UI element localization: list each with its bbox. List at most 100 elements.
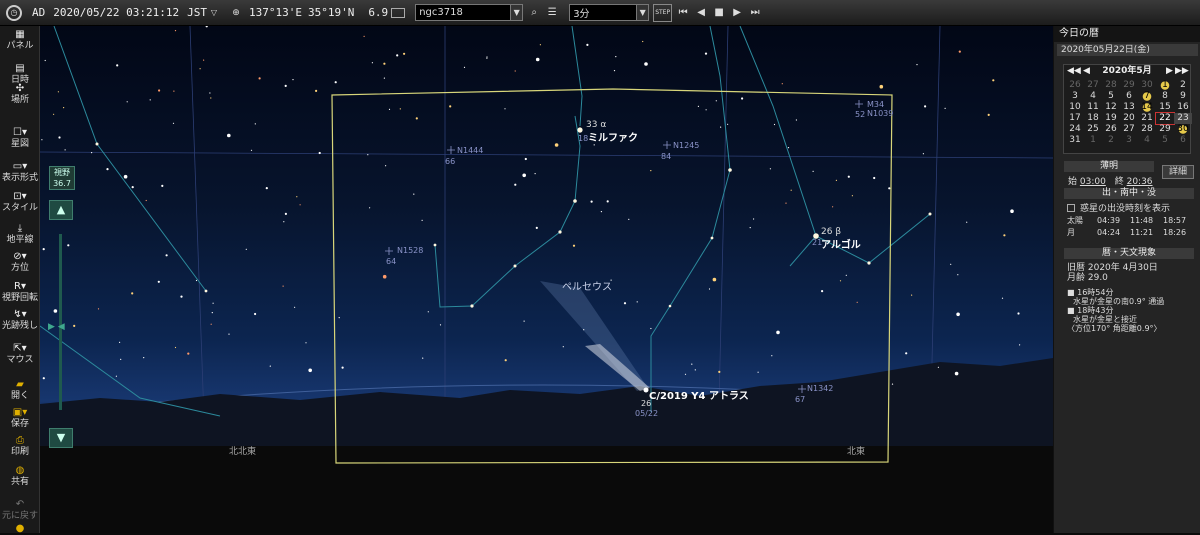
label-n1444[interactable]: N1444 bbox=[457, 146, 483, 155]
label-m34[interactable]: M34 bbox=[867, 100, 884, 109]
sidebar-item-location[interactable]: ✣ 場所 bbox=[0, 84, 40, 106]
sidebar-item-save[interactable]: ▣▾ 保存 bbox=[0, 408, 40, 430]
calendar-day[interactable]: 26 bbox=[1066, 80, 1084, 91]
sidebar-item-datetime[interactable]: ▤ 日時 bbox=[0, 64, 40, 86]
chevron-down-icon[interactable]: ▼ bbox=[636, 5, 649, 20]
sidebar-item-rotation[interactable]: R▾ 視野回転 bbox=[0, 282, 40, 304]
calendar-day[interactable]: 25 bbox=[1084, 124, 1102, 135]
calendar-day[interactable]: 5 bbox=[1156, 135, 1174, 146]
calendar-day[interactable]: 18 bbox=[1084, 113, 1102, 124]
calendar-day[interactable]: 15 bbox=[1156, 102, 1174, 113]
sidebar-item-panel[interactable]: ▦ パネル bbox=[0, 30, 40, 52]
sidebar-item-trails[interactable]: ↯▾ 光跡残し bbox=[0, 310, 40, 332]
calendar-day[interactable]: 29 bbox=[1120, 80, 1138, 91]
calendar-day[interactable]: 4 bbox=[1138, 135, 1156, 146]
calendar-day[interactable]: 1 bbox=[1084, 135, 1102, 146]
calendar-day[interactable]: 2 bbox=[1174, 80, 1192, 91]
algol-label[interactable]: アルゴル bbox=[821, 236, 861, 251]
calendar-day[interactable]: 3 bbox=[1066, 91, 1084, 102]
longitude-display[interactable]: 137°13'E bbox=[249, 6, 302, 19]
detail-button[interactable]: 詳細 bbox=[1162, 165, 1194, 179]
sidebar-item-print[interactable]: ⎙ 印刷 bbox=[0, 436, 40, 458]
clock-icon[interactable]: ◷ bbox=[6, 4, 22, 21]
calendar-day[interactable]: 30 bbox=[1138, 80, 1156, 91]
zoom-slider-handle[interactable]: ▶ ◀ bbox=[48, 322, 74, 332]
sidebar-item-style[interactable]: ⊡▾ スタイル bbox=[0, 192, 40, 214]
calendar-day[interactable]: 22 bbox=[1155, 112, 1175, 125]
sidebar-item-open[interactable]: ▰ 開く bbox=[0, 380, 40, 402]
constellation-name-perseus[interactable]: ペルセウス bbox=[562, 278, 612, 293]
calendar-day[interactable]: 24 bbox=[1066, 124, 1084, 135]
calendar-day[interactable]: 27 bbox=[1084, 80, 1102, 91]
next-year-icon[interactable]: ▶▶ bbox=[1175, 65, 1189, 78]
calendar-day[interactable]: 3 bbox=[1120, 135, 1138, 146]
datetime-display[interactable]: 2020/05/22 03:21:12 bbox=[53, 6, 179, 19]
sidebar-item-share[interactable]: ◍ 共有 bbox=[0, 466, 40, 488]
chevron-down-icon[interactable]: ▼ bbox=[510, 5, 523, 20]
calendar-day[interactable]: 17 bbox=[1066, 113, 1084, 124]
calendar-day[interactable]: 8 bbox=[1156, 91, 1174, 102]
calendar-day[interactable]: 28 bbox=[1138, 124, 1156, 135]
search-icon[interactable]: ⌕ bbox=[527, 4, 541, 22]
calendar-day[interactable]: 23 bbox=[1174, 113, 1192, 124]
skip-back-icon[interactable]: ⏮ bbox=[676, 4, 690, 22]
label-n1342[interactable]: N1342 bbox=[807, 384, 833, 393]
calendar-day[interactable]: 9 bbox=[1174, 91, 1192, 102]
stop-icon[interactable]: ■ bbox=[712, 4, 726, 22]
label-n1039[interactable]: N1039 bbox=[867, 109, 893, 118]
sidebar-item-mouse[interactable]: ⇱▾ マウス bbox=[0, 344, 40, 366]
comet-label[interactable]: C/2019 Y4 アトラス bbox=[649, 387, 749, 402]
calendar-day[interactable]: 14 bbox=[1138, 102, 1156, 113]
calendar-day[interactable]: 20 bbox=[1120, 113, 1138, 124]
interval-select[interactable]: 3分 ▼ bbox=[569, 4, 650, 21]
step-back-icon[interactable]: ◀ bbox=[694, 4, 708, 22]
skip-forward-icon[interactable]: ⏭ bbox=[748, 4, 762, 22]
calendar-day[interactable]: 19 bbox=[1102, 113, 1120, 124]
label-n1528[interactable]: N1528 bbox=[397, 246, 423, 255]
list-icon[interactable]: ☰ bbox=[545, 4, 559, 22]
calendar-day[interactable]: 21 bbox=[1138, 113, 1156, 124]
calendar-day[interactable]: 4 bbox=[1084, 91, 1102, 102]
zoom-in-button[interactable]: ▲ bbox=[49, 200, 73, 220]
search-input[interactable]: ngc3718 ▼ bbox=[415, 4, 524, 21]
calendar-day[interactable]: 12 bbox=[1102, 102, 1120, 113]
sky-view[interactable]: 33 α ミルファク 18 26 β アルゴル 21 ペルセウス C/2019 … bbox=[40, 26, 1053, 533]
dropdown-icon[interactable]: ▽ bbox=[207, 4, 221, 22]
star bbox=[524, 157, 527, 161]
step-button[interactable]: STEP bbox=[653, 3, 673, 22]
calendar-day[interactable]: 6 bbox=[1174, 135, 1192, 146]
sidebar-item-undo[interactable]: ↶ 元に戻す bbox=[0, 500, 40, 522]
checkbox[interactable] bbox=[1067, 203, 1075, 212]
calendar-day[interactable]: 27 bbox=[1120, 124, 1138, 135]
latitude-display[interactable]: 35°19'N bbox=[308, 6, 354, 19]
planet-checkbox[interactable]: 惑星の出没時刻を表示 bbox=[1067, 201, 1170, 214]
next-month-icon[interactable]: ▶ bbox=[1166, 65, 1173, 78]
mirfak-label[interactable]: ミルファク bbox=[588, 129, 638, 144]
calendar-day[interactable]: 5 bbox=[1102, 91, 1120, 102]
calendar-day[interactable]: 1 bbox=[1156, 80, 1174, 91]
sidebar-item-starmap[interactable]: ☐▾ 星図 bbox=[0, 128, 40, 150]
sidebar-item-direction[interactable]: ⊘▾ 方位 bbox=[0, 252, 40, 274]
calendar-day[interactable]: 7 bbox=[1138, 91, 1156, 102]
calendar-day[interactable]: 10 bbox=[1066, 102, 1084, 113]
sidebar-item-display[interactable]: ▭▾ 表示形式 bbox=[0, 162, 40, 184]
calendar-day[interactable]: 6 bbox=[1120, 91, 1138, 102]
calendar-day[interactable]: 13 bbox=[1120, 102, 1138, 113]
calendar-day[interactable]: 11 bbox=[1084, 102, 1102, 113]
play-icon[interactable]: ▶ bbox=[730, 4, 744, 22]
calendar-day[interactable]: 26 bbox=[1102, 124, 1120, 135]
redo-icon[interactable]: ● bbox=[0, 524, 40, 535]
label-n1245[interactable]: N1245 bbox=[673, 141, 699, 150]
keyboard-icon[interactable] bbox=[391, 7, 406, 18]
calendar-day[interactable]: 16 bbox=[1174, 102, 1192, 113]
sidebar-item-horizon[interactable]: ⤓ 地平線 bbox=[0, 224, 40, 246]
twilight-end: 20:36 bbox=[1126, 177, 1153, 187]
calendar-day[interactable]: 29 bbox=[1156, 124, 1174, 135]
calendar-day[interactable]: 28 bbox=[1102, 80, 1120, 91]
calendar-day[interactable]: 2 bbox=[1102, 135, 1120, 146]
calendar-day[interactable]: 30 bbox=[1174, 124, 1192, 135]
zoom-out-button[interactable]: ▼ bbox=[49, 428, 73, 448]
magnitude-display[interactable]: 6.9 bbox=[368, 6, 388, 19]
location-icon[interactable]: ⊕ bbox=[229, 4, 243, 22]
calendar-day[interactable]: 31 bbox=[1066, 135, 1084, 146]
